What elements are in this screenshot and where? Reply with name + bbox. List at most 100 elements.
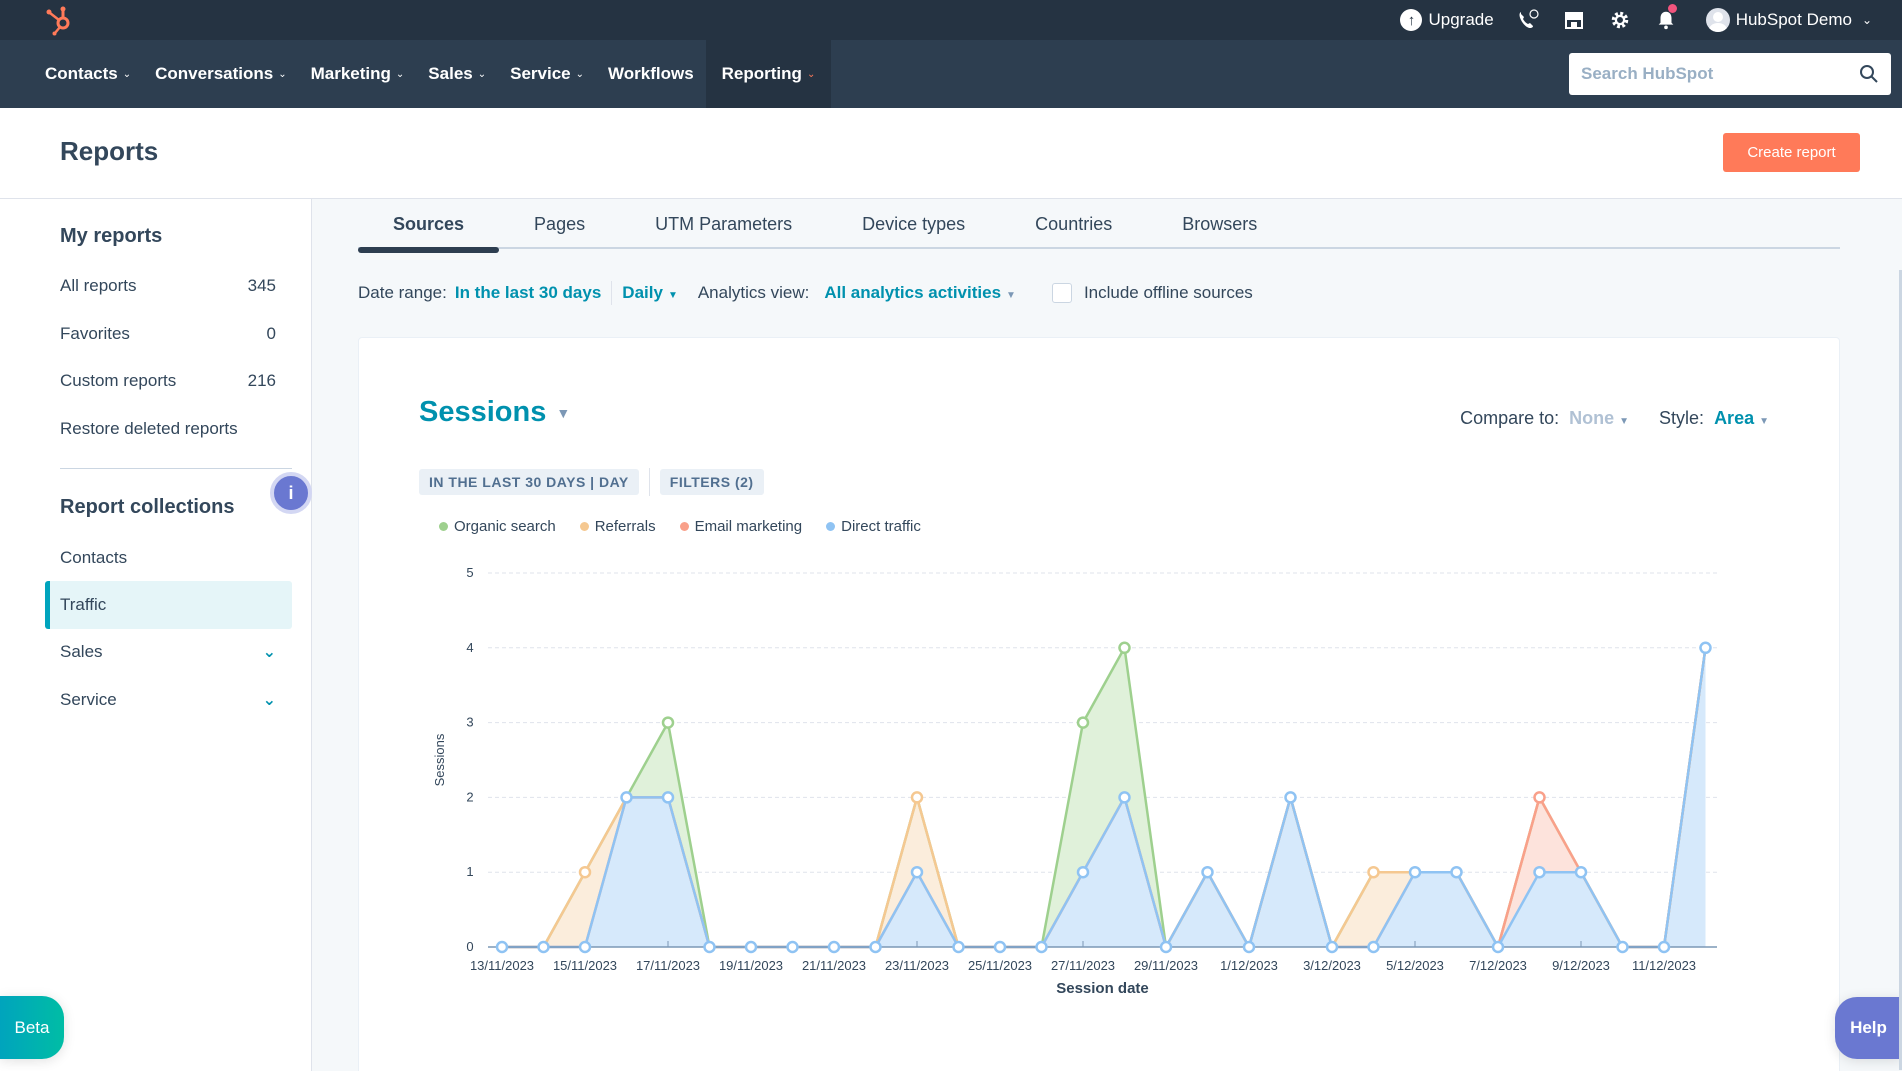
x-axis-title: Session date xyxy=(1056,980,1149,997)
chevron-down-icon[interactable]: ⌄ xyxy=(263,690,276,710)
settings-gear-icon[interactable] xyxy=(1608,8,1632,32)
sidebar-item-all-reports[interactable]: All reports 345 xyxy=(60,276,276,296)
date-range-dropdown[interactable]: In the last 30 days xyxy=(455,283,601,303)
nav-service[interactable]: Service ⌄ xyxy=(498,40,596,108)
x-tick-label: 13/11/2023 xyxy=(470,958,534,973)
nav-marketing[interactable]: Marketing ⌄ xyxy=(299,40,417,108)
date-range-label: Date range: xyxy=(358,283,447,302)
sidebar-item-label: Favorites xyxy=(60,324,130,343)
divider xyxy=(611,281,613,305)
chevron-down-icon: ⌄ xyxy=(575,68,585,80)
chevron-down-icon: ⌄ xyxy=(122,68,132,80)
data-point xyxy=(1367,940,1380,954)
nav-label: Reporting xyxy=(721,64,802,83)
data-point xyxy=(703,940,716,954)
nav-contacts[interactable]: Contacts ⌄ xyxy=(33,40,143,108)
tab-utm-parameters[interactable]: UTM Parameters xyxy=(620,199,827,249)
data-point xyxy=(993,940,1007,954)
analytics-view-dropdown[interactable]: All analytics activities ▼ xyxy=(824,283,1016,303)
include-offline-label[interactable]: Include offline sources xyxy=(1084,283,1253,303)
x-tick-label: 17/11/2023 xyxy=(636,958,700,973)
tab-pages[interactable]: Pages xyxy=(499,199,620,249)
data-point xyxy=(827,940,841,954)
data-point xyxy=(786,940,799,954)
upgrade-label: Upgrade xyxy=(1428,10,1494,29)
notifications-bell-icon[interactable] xyxy=(1654,4,1678,32)
x-tick-label: 7/12/2023 xyxy=(1469,958,1527,973)
frequency-dropdown[interactable]: Daily ▼ xyxy=(622,283,678,303)
hubspot-logo-icon[interactable] xyxy=(44,4,76,36)
data-point xyxy=(1574,865,1588,879)
data-point xyxy=(1533,865,1546,879)
upgrade-arrow-icon: ↑ xyxy=(1400,9,1423,31)
x-tick-label: 19/11/2023 xyxy=(719,958,783,973)
nav-label: Marketing xyxy=(310,64,391,83)
calling-icon[interactable] xyxy=(1516,8,1540,32)
sidebar-item-sales[interactable]: Sales ⌄ xyxy=(60,642,276,662)
data-point xyxy=(1035,940,1048,954)
search-icon[interactable] xyxy=(1859,64,1879,84)
nav-conversations[interactable]: Conversations ⌄ xyxy=(143,40,298,108)
top-right-controls: ↑ Upgrade HubSpot Demo ⌄ xyxy=(1400,0,1902,40)
sidebar-item-label: Custom reports xyxy=(60,371,177,390)
sidebar-item-restore-deleted[interactable]: Restore deleted reports xyxy=(60,419,276,439)
analytics-view-value: All analytics activities xyxy=(824,283,1002,302)
filter-bar: Date range: In the last 30 days Daily ▼ A… xyxy=(358,280,1253,306)
upgrade-button[interactable]: ↑ Upgrade xyxy=(1400,9,1494,31)
tab-countries[interactable]: Countries xyxy=(1000,199,1147,249)
x-tick-label: 25/11/2023 xyxy=(968,958,1032,973)
data-point xyxy=(620,791,633,804)
my-reports-heading: My reports xyxy=(60,225,163,247)
data-point xyxy=(661,716,675,729)
create-report-button[interactable]: Create report xyxy=(1723,133,1860,172)
sidebar-item-custom-reports[interactable]: Custom reports 216 xyxy=(60,371,276,391)
x-tick-label: 5/12/2023 xyxy=(1386,958,1444,973)
nav-label: Workflows xyxy=(608,64,694,83)
tab-sources[interactable]: Sources xyxy=(358,199,500,253)
beta-button[interactable]: Beta xyxy=(0,996,64,1059)
nav-workflows[interactable]: Workflows xyxy=(596,40,706,108)
marketplace-icon[interactable] xyxy=(1562,8,1586,32)
sidebar-item-count: 345 xyxy=(247,276,276,295)
search-box xyxy=(1569,53,1891,95)
avatar xyxy=(1705,8,1730,32)
data-point xyxy=(1657,940,1671,954)
help-button[interactable]: Help xyxy=(1835,997,1902,1059)
sidebar-item-label: Traffic xyxy=(60,595,107,614)
info-icon[interactable]: i xyxy=(270,472,312,514)
search-input[interactable] xyxy=(1581,64,1859,84)
x-tick-label: 15/11/2023 xyxy=(553,958,617,973)
sidebar-item-label: Contacts xyxy=(60,548,128,567)
report-tabs: Sources Pages UTM Parameters Device type… xyxy=(358,199,1840,253)
include-offline-checkbox[interactable] xyxy=(1051,283,1072,303)
sidebar-item-contacts[interactable]: Contacts xyxy=(60,548,276,568)
nav-sales[interactable]: Sales ⌄ xyxy=(416,40,498,108)
sidebar-item-traffic[interactable]: Traffic xyxy=(60,595,276,615)
data-point xyxy=(910,791,924,804)
nav-label: Sales xyxy=(428,64,473,83)
nav-reporting[interactable]: Reporting ⌄ xyxy=(705,40,832,108)
y-tick-label: 2 xyxy=(466,789,473,804)
analytics-view-label: Analytics view: xyxy=(697,283,810,302)
caret-down-icon: ▼ xyxy=(1006,290,1016,301)
data-point xyxy=(578,940,592,954)
nav-label: Contacts xyxy=(45,64,118,83)
tab-device-types[interactable]: Device types xyxy=(827,199,1000,249)
chevron-down-icon: ⌄ xyxy=(1861,13,1872,27)
sidebar-item-label: Sales xyxy=(60,642,103,661)
tab-browsers[interactable]: Browsers xyxy=(1147,199,1292,249)
sidebar-item-label: All reports xyxy=(60,276,137,295)
report-collections-heading: Report collections xyxy=(60,496,235,518)
sidebar-item-service[interactable]: Service ⌄ xyxy=(60,690,276,710)
data-point xyxy=(495,940,509,954)
data-point xyxy=(744,940,758,954)
data-point xyxy=(1118,791,1131,804)
sidebar-item-favorites[interactable]: Favorites 0 xyxy=(60,324,276,344)
chevron-down-icon[interactable]: ⌄ xyxy=(263,642,276,662)
x-tick-label: 1/12/2023 xyxy=(1220,958,1278,973)
x-tick-label: 29/11/2023 xyxy=(1134,958,1198,973)
account-menu[interactable]: HubSpot Demo ⌄ xyxy=(1705,8,1872,32)
x-tick-label: 11/12/2023 xyxy=(1632,958,1696,973)
sidebar: My reports All reports 345 Favorites 0 Cus… xyxy=(0,199,312,1071)
y-axis-title: Sessions xyxy=(432,733,447,786)
